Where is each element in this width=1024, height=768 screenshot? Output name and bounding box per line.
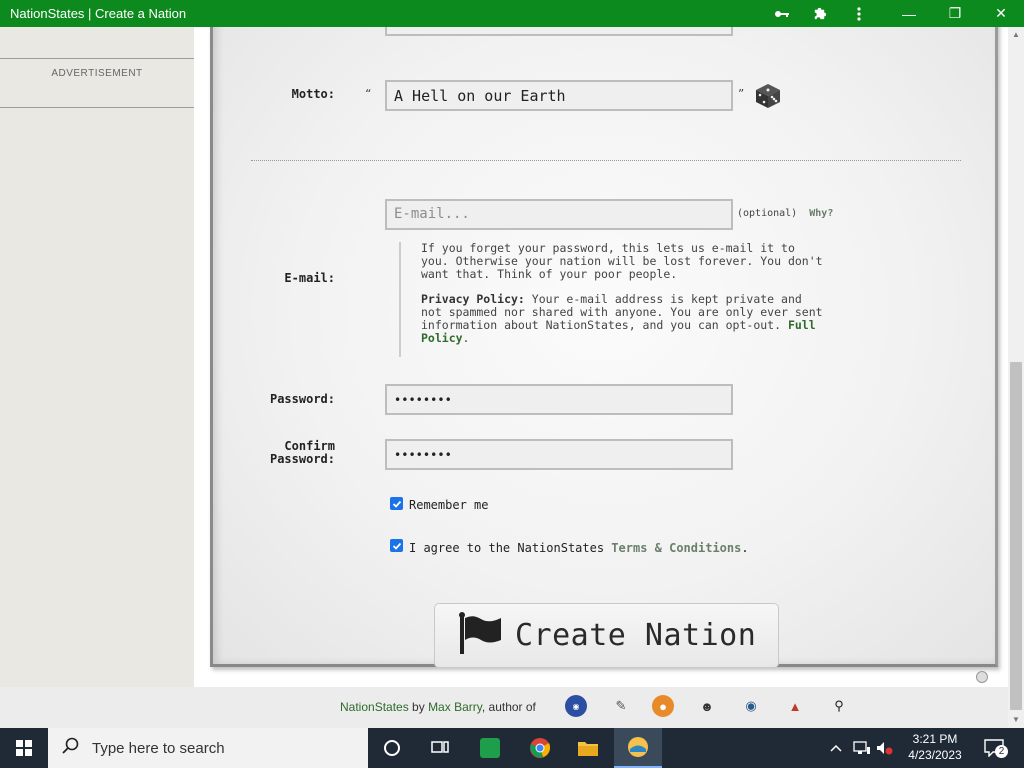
password-label: Password:: [269, 392, 335, 406]
key-icon[interactable]: [762, 0, 802, 27]
extensions-puzzle-icon[interactable]: [799, 0, 839, 27]
book-cover-icon[interactable]: ▲: [784, 695, 806, 717]
why-link[interactable]: Why?: [809, 208, 833, 219]
taskbar-search[interactable]: Type here to search: [48, 728, 368, 768]
eye-icon[interactable]: ◉: [740, 695, 762, 717]
email-note: If you forget your password, this lets u…: [399, 242, 829, 357]
privacy-policy-end: .: [462, 331, 470, 345]
close-button[interactable]: ✕: [981, 0, 1021, 27]
close-quote: ”: [738, 87, 745, 101]
scrollbar-thumb[interactable]: [1010, 362, 1022, 710]
confirm-password-input[interactable]: ••••••••: [385, 439, 733, 470]
taskbar: Type here to search 3:21 PM 4/23/2023 2: [0, 728, 1024, 768]
book-cover-icon[interactable]: ◉: [565, 695, 587, 717]
book-cover-icon[interactable]: ✎: [610, 695, 632, 717]
volume-muted-icon[interactable]: [876, 728, 894, 768]
footer-by: by: [408, 700, 429, 714]
email-optional-hint: (optional) Why?: [737, 208, 833, 219]
clock-time: 3:21 PM: [912, 732, 958, 746]
email-label: E-mail:: [284, 271, 335, 285]
book-cover-icon[interactable]: ☻: [696, 695, 718, 717]
window-title: NationStates | Create a Nation: [10, 6, 187, 21]
vertical-scrollbar[interactable]: ▲ ▼: [1008, 27, 1024, 728]
email-input[interactable]: E-mail...: [385, 199, 733, 230]
start-button[interactable]: [0, 728, 48, 768]
title-bar: NationStates | Create a Nation — ❐ ✕: [0, 0, 1024, 27]
task-view-icon[interactable]: [416, 728, 464, 768]
open-quote: “: [365, 87, 372, 101]
email-note-text: If you forget your password, this lets u…: [421, 241, 823, 281]
notification-count: 2: [995, 745, 1008, 758]
motto-input[interactable]: A Hell on our Earth: [385, 80, 733, 111]
agree-terms-label: I agree to the NationStates Terms & Cond…: [409, 541, 749, 555]
left-sidebar: ADVERTISEMENT: [0, 27, 194, 687]
section-divider: [251, 160, 961, 161]
agree-prefix: I agree to the NationStates: [409, 541, 612, 555]
scroll-up-arrow[interactable]: ▲: [1008, 30, 1024, 39]
more-menu-icon[interactable]: [839, 0, 879, 27]
active-app-icon[interactable]: [614, 728, 662, 768]
agree-terms-checkbox[interactable]: [390, 539, 403, 552]
privacy-policy-text: Privacy Policy: Your e-mail address is k…: [421, 293, 829, 345]
password-input[interactable]: ••••••••: [385, 384, 733, 415]
remember-me-label[interactable]: Remember me: [409, 498, 488, 512]
flag-icon: [457, 612, 503, 659]
scroll-down-arrow[interactable]: ▼: [1008, 715, 1024, 724]
file-explorer-icon[interactable]: [564, 728, 612, 768]
privacy-policy-label: Privacy Policy:: [421, 292, 525, 306]
notification-icon[interactable]: 2: [984, 728, 1008, 768]
dice-icon[interactable]: [752, 80, 784, 115]
book-cover-icon[interactable]: ●: [652, 695, 674, 717]
search-placeholder: Type here to search: [92, 739, 225, 757]
divider: [0, 107, 194, 108]
footer-author-of: , author of: [481, 700, 536, 714]
scroll-top-icon[interactable]: [976, 671, 988, 683]
page-content: ADVERTISEMENT Motto: “ A Hell on our Ear…: [0, 27, 1008, 728]
divider: [0, 58, 194, 59]
restore-button[interactable]: ❐: [935, 0, 975, 27]
previous-field[interactable]: [385, 27, 733, 36]
optional-label: (optional): [737, 208, 798, 219]
clock[interactable]: 3:21 PM 4/23/2023: [900, 731, 970, 763]
create-nation-label: Create Nation: [515, 618, 757, 653]
confirm-password-label: Confirm Password:: [253, 440, 335, 466]
max-barry-link[interactable]: Max Barry: [428, 700, 482, 714]
nationstates-link[interactable]: NationStates: [340, 700, 409, 714]
form-paper: Motto: “ A Hell on our Earth ” E-mail...…: [210, 27, 998, 668]
remember-me-checkbox[interactable]: [390, 497, 403, 510]
footer: NationStates by Max Barry, author of ◉ ✎…: [194, 687, 1008, 728]
app-icon-green[interactable]: [466, 728, 514, 768]
footer-credit: NationStates by Max Barry, author of: [340, 700, 536, 714]
advertisement-label: ADVERTISEMENT: [51, 68, 143, 79]
network-icon[interactable]: [853, 728, 871, 768]
terms-link[interactable]: Terms & Conditions: [611, 541, 741, 555]
agree-suffix: .: [741, 541, 749, 555]
cortana-icon[interactable]: [368, 728, 416, 768]
search-icon: [62, 737, 80, 760]
clock-date: 4/23/2023: [908, 748, 962, 762]
create-nation-button[interactable]: Create Nation: [434, 603, 779, 668]
runner-icon[interactable]: ⚲: [828, 695, 850, 717]
minimize-button[interactable]: —: [889, 0, 929, 27]
show-hidden-icons[interactable]: [830, 728, 842, 768]
confirm-label-line2: Password:: [269, 452, 335, 466]
chrome-icon[interactable]: [516, 728, 564, 768]
motto-label: Motto:: [291, 87, 335, 101]
